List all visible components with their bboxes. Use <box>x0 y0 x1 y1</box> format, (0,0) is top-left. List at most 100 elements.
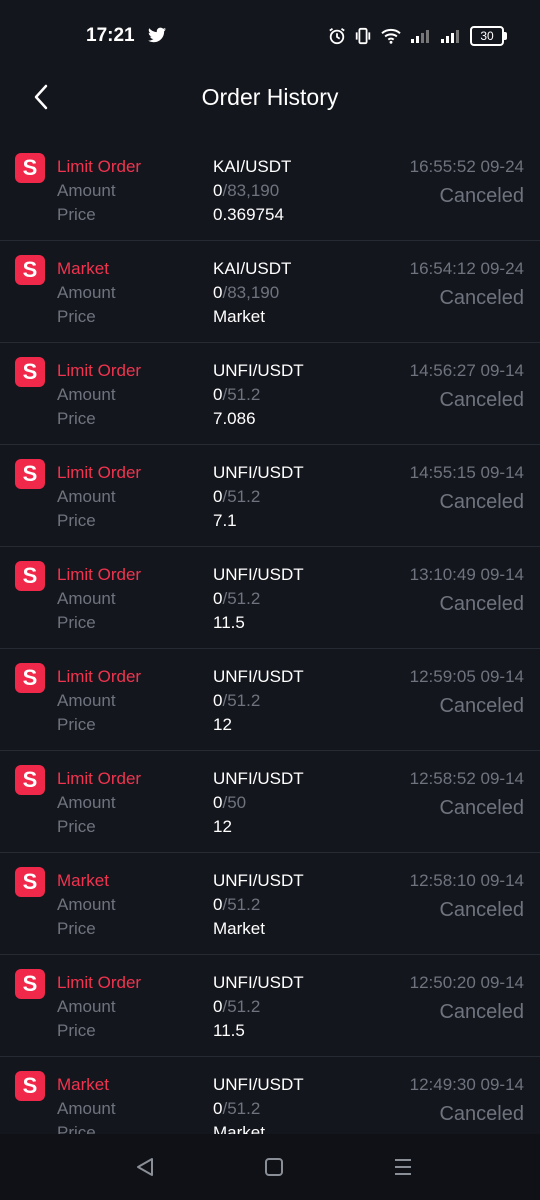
sell-badge: S <box>15 765 45 795</box>
order-status: Canceled <box>439 899 524 921</box>
order-timestamp: 12:58:10 09-14 <box>409 871 524 890</box>
price-label: Price <box>57 715 96 734</box>
amount-total: /51.2 <box>222 691 261 710</box>
nav-menu-icon <box>395 1159 411 1175</box>
sell-badge: S <box>15 1071 45 1101</box>
amount-total: /51.2 <box>222 487 261 506</box>
nav-home-icon <box>265 1158 283 1176</box>
price-label: Price <box>57 1123 96 1134</box>
price-value: 11.5 <box>213 613 245 632</box>
order-type: Limit Order <box>57 565 142 584</box>
trading-pair: KAI/USDT <box>213 157 292 176</box>
amount-label: Amount <box>57 181 116 200</box>
nav-back-icon <box>137 1158 153 1176</box>
order-status: Canceled <box>439 593 524 615</box>
vibrate-icon <box>355 27 371 45</box>
amount-total: /51.2 <box>222 589 261 608</box>
amount-label: Amount <box>57 1099 116 1118</box>
sell-badge: S <box>15 255 45 285</box>
price-value: Market <box>213 1123 265 1134</box>
amount-value: 0/51.2 <box>213 385 260 405</box>
price-label: Price <box>57 919 96 938</box>
signal-icon <box>411 30 429 43</box>
order-list[interactable]: S Limit Order Amount Price KAI/USDT 0/83… <box>0 139 540 1134</box>
order-row[interactable]: S Market Amount Price UNFI/USDT 0/51.2 M… <box>0 1057 540 1134</box>
order-row[interactable]: S Limit Order Amount Price UNFI/USDT 0/5… <box>0 445 540 547</box>
price-label: Price <box>57 511 96 530</box>
order-type: Limit Order <box>57 769 142 788</box>
trading-pair: UNFI/USDT <box>213 973 304 992</box>
order-status: Canceled <box>439 491 524 513</box>
price-value: 7.1 <box>213 511 237 530</box>
price-value: 12 <box>213 817 232 836</box>
price-value: Market <box>213 307 265 326</box>
twitter-icon <box>148 27 166 43</box>
sell-badge: S <box>15 969 45 999</box>
order-timestamp: 12:59:05 09-14 <box>409 667 524 686</box>
amount-label: Amount <box>57 793 116 812</box>
amount-value: 0/51.2 <box>213 487 260 507</box>
price-value: 7.086 <box>213 409 256 428</box>
price-label: Price <box>57 409 96 428</box>
sell-badge: S <box>15 357 45 387</box>
order-status: Canceled <box>439 1103 524 1125</box>
nav-home-button[interactable] <box>259 1152 289 1182</box>
header: Order History <box>0 70 540 130</box>
trading-pair: UNFI/USDT <box>213 463 304 482</box>
alarm-icon <box>329 28 345 45</box>
price-value: 11.5 <box>213 1021 245 1040</box>
price-value: 0.369754 <box>213 205 284 224</box>
sell-badge: S <box>15 153 45 183</box>
order-row[interactable]: S Market Amount Price UNFI/USDT 0/51.2 M… <box>0 853 540 955</box>
nav-back-button[interactable] <box>130 1152 160 1182</box>
trading-pair: UNFI/USDT <box>213 565 304 584</box>
order-type: Limit Order <box>57 361 142 380</box>
nav-menu-button[interactable] <box>388 1152 418 1182</box>
page-title: Order History <box>201 84 339 110</box>
sell-badge: S <box>15 561 45 591</box>
order-status: Canceled <box>439 185 524 207</box>
order-row[interactable]: S Limit Order Amount Price UNFI/USDT 0/5… <box>0 547 540 649</box>
order-timestamp: 12:49:30 09-14 <box>409 1075 524 1094</box>
trading-pair: UNFI/USDT <box>213 1075 304 1094</box>
sell-badge: S <box>15 867 45 897</box>
price-label: Price <box>57 817 96 836</box>
order-row[interactable]: S Market Amount Price KAI/USDT 0/83,190 … <box>0 241 540 343</box>
price-label: Price <box>57 613 96 632</box>
amount-value: 0/50 <box>213 793 246 813</box>
order-type: Limit Order <box>57 463 142 482</box>
price-label: Price <box>57 205 96 224</box>
amount-total: /51.2 <box>222 895 261 914</box>
order-row[interactable]: S Limit Order Amount Price UNFI/USDT 0/5… <box>0 343 540 445</box>
battery-icon: 30 <box>470 26 507 46</box>
amount-label: Amount <box>57 385 116 404</box>
order-timestamp: 14:55:15 09-14 <box>409 463 524 482</box>
amount-value: 0/51.2 <box>213 1099 260 1119</box>
trading-pair: UNFI/USDT <box>213 871 304 890</box>
sell-badge: S <box>15 663 45 693</box>
amount-total: /51.2 <box>222 385 261 404</box>
order-row[interactable]: S Limit Order Amount Price UNFI/USDT 0/5… <box>0 649 540 751</box>
order-row[interactable]: S Limit Order Amount Price UNFI/USDT 0/5… <box>0 955 540 1057</box>
order-status: Canceled <box>439 695 524 717</box>
amount-total: /50 <box>222 793 247 812</box>
amount-value: 0/51.2 <box>213 895 260 915</box>
order-type: Limit Order <box>57 157 142 176</box>
signal-icon <box>441 30 459 43</box>
wifi-icon <box>381 28 401 44</box>
price-label: Price <box>57 1021 96 1040</box>
order-timestamp: 16:54:12 09-24 <box>409 259 524 278</box>
amount-label: Amount <box>57 283 116 302</box>
order-type: Market <box>57 1075 109 1094</box>
amount-value: 0/51.2 <box>213 589 260 609</box>
status-bar: 17:21 30 <box>0 0 540 70</box>
amount-total: /51.2 <box>222 997 261 1016</box>
trading-pair: UNFI/USDT <box>213 361 304 380</box>
order-timestamp: 14:56:27 09-14 <box>409 361 524 380</box>
sell-badge: S <box>15 459 45 489</box>
order-type: Market <box>57 871 109 890</box>
price-label: Price <box>57 307 96 326</box>
order-row[interactable]: S Limit Order Amount Price UNFI/USDT 0/5… <box>0 751 540 853</box>
order-row[interactable]: S Limit Order Amount Price KAI/USDT 0/83… <box>0 139 540 241</box>
amount-label: Amount <box>57 691 116 710</box>
